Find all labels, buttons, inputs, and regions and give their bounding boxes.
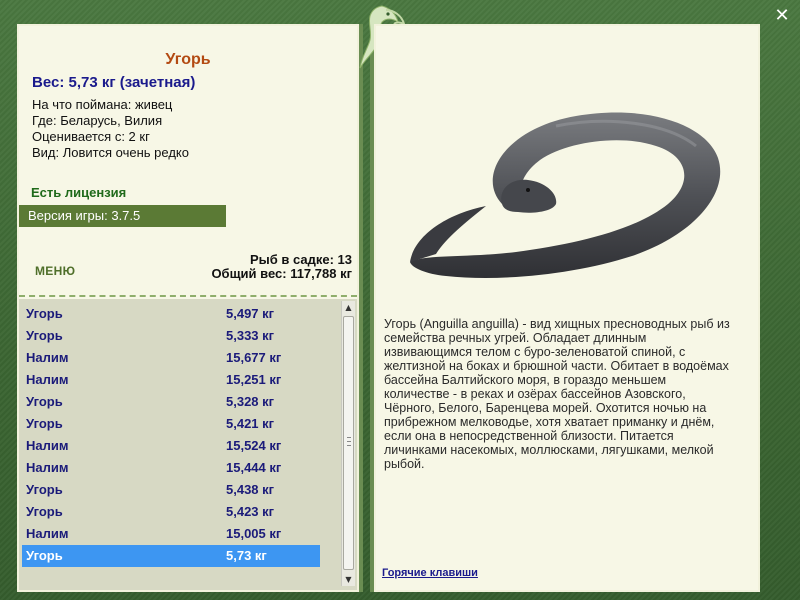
list-item[interactable]: Налим 15,524 кг bbox=[22, 435, 320, 457]
license-status: Есть лицензия bbox=[31, 185, 127, 200]
catch-name: Налим bbox=[26, 372, 69, 387]
catch-weight: 5,73 кг bbox=[226, 548, 267, 563]
catch-weight: 5,328 кг bbox=[226, 394, 275, 409]
list-item[interactable]: Угорь 5,438 кг bbox=[22, 479, 320, 501]
fish-weight: Вес: 5,73 кг (зачетная) bbox=[32, 74, 196, 91]
catch-name: Угорь bbox=[26, 394, 63, 409]
list-item-selected[interactable]: Угорь 5,73 кг bbox=[22, 545, 320, 567]
total-weight: Общий вес: 117,788 кг bbox=[211, 266, 352, 281]
grip-icon bbox=[347, 437, 351, 446]
catch-name: Угорь bbox=[26, 504, 63, 519]
catch-weight: 5,438 кг bbox=[226, 482, 275, 497]
catch-name: Угорь bbox=[26, 306, 63, 321]
scrollbar-thumb[interactable] bbox=[343, 316, 354, 570]
fish-count: Рыб в садке: 13 bbox=[249, 252, 352, 267]
catch-list: Угорь 5,497 кг Угорь 5,333 кг Налим 15,6… bbox=[19, 299, 357, 590]
eel-image bbox=[410, 112, 721, 278]
list-scrollbar[interactable]: ▲ ▼ bbox=[341, 301, 355, 586]
bait-info: На что поймана: живец bbox=[32, 97, 173, 112]
catch-weight: 15,677 кг bbox=[226, 350, 282, 365]
kind-info: Вид: Ловится очень редко bbox=[32, 145, 189, 160]
list-item[interactable]: Угорь 5,328 кг bbox=[22, 391, 320, 413]
catch-name: Угорь bbox=[26, 548, 63, 563]
close-button[interactable]: ✕ bbox=[770, 4, 794, 28]
version-bar: Версия игры: 3.7.5 bbox=[19, 205, 226, 227]
catch-name: Угорь bbox=[26, 328, 63, 343]
catch-weight: 5,497 кг bbox=[226, 306, 275, 321]
list-item[interactable]: Угорь 5,497 кг bbox=[22, 303, 320, 325]
catch-weight: 15,251 кг bbox=[226, 372, 282, 387]
close-icon: ✕ bbox=[774, 5, 790, 26]
catch-name: Налим bbox=[26, 438, 69, 453]
fish-description-panel: Угорь (Anguilla anguilla) - вид хищных п… bbox=[374, 24, 760, 592]
list-item[interactable]: Налим 15,444 кг bbox=[22, 457, 320, 479]
fish-info-panel: Угорь Вес: 5,73 кг (зачетная) На что пой… bbox=[17, 24, 359, 592]
list-item[interactable]: Угорь 5,423 кг bbox=[22, 501, 320, 523]
catch-name: Налим bbox=[26, 460, 69, 475]
list-item[interactable]: Налим 15,005 кг bbox=[22, 523, 320, 545]
list-item[interactable]: Угорь 5,421 кг bbox=[22, 413, 320, 435]
catch-weight: 5,423 кг bbox=[226, 504, 275, 519]
catch-weight: 5,333 кг bbox=[226, 328, 275, 343]
arrow-up-icon[interactable]: ▲ bbox=[342, 301, 355, 314]
catch-name: Угорь bbox=[26, 482, 63, 497]
value-info: Оценивается с: 2 кг bbox=[32, 129, 150, 144]
hotkeys-link[interactable]: Горячие клавиши bbox=[382, 567, 478, 579]
fish-description: Угорь (Anguilla anguilla) - вид хищных п… bbox=[384, 317, 730, 471]
list-item[interactable]: Угорь 5,333 кг bbox=[22, 325, 320, 347]
menu-button[interactable]: МЕНЮ bbox=[35, 264, 75, 278]
list-item[interactable]: Налим 15,677 кг bbox=[22, 347, 320, 369]
catch-name: Налим bbox=[26, 350, 69, 365]
left-panel-edge bbox=[359, 24, 363, 592]
catch-name: Угорь bbox=[26, 416, 63, 431]
catch-weight: 15,444 кг bbox=[226, 460, 282, 475]
fish-name: Угорь bbox=[165, 51, 211, 68]
list-item[interactable]: Налим 15,251 кг bbox=[22, 369, 320, 391]
location-info: Где: Беларусь, Вилия bbox=[32, 113, 163, 128]
catch-weight: 15,005 кг bbox=[226, 526, 282, 541]
catch-weight: 5,421 кг bbox=[226, 416, 275, 431]
catch-name: Налим bbox=[26, 526, 69, 541]
arrow-down-icon[interactable]: ▼ bbox=[342, 573, 355, 586]
catch-weight: 15,524 кг bbox=[226, 438, 282, 453]
divider bbox=[19, 295, 357, 297]
